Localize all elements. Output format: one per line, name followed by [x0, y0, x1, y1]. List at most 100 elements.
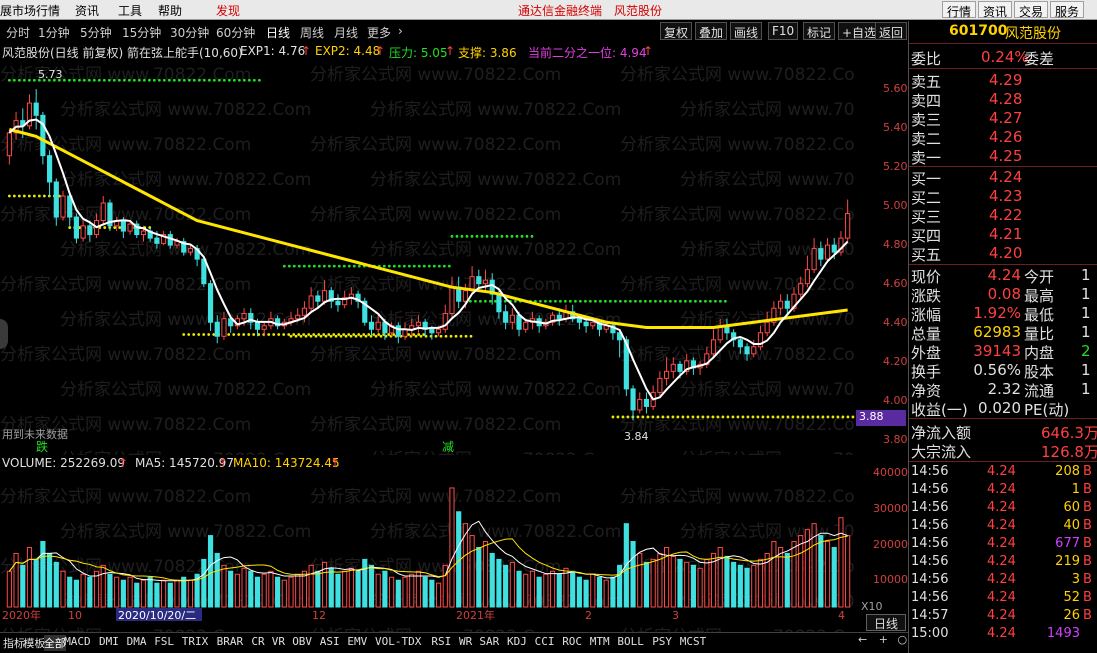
bid-row[interactable]: 买三 4.22 [911, 206, 1097, 226]
side-collapse-handle[interactable] [0, 319, 8, 349]
service-button[interactable]: 服务 [1050, 1, 1085, 19]
indicator-tab-8[interactable]: BRAR [217, 635, 244, 648]
indicator-tab-11[interactable]: OBV [292, 635, 312, 648]
overlay-button[interactable]: 叠加 [695, 22, 728, 40]
level-dot [334, 334, 338, 338]
indicator-tab-0[interactable]: 指标 [3, 635, 25, 651]
bid-row[interactable]: 买一 4.24 [911, 168, 1097, 188]
level-dot [307, 333, 311, 336]
indicator-tab-3[interactable]: MACD [64, 635, 91, 648]
indicator-tab-23[interactable]: PSY [652, 635, 672, 648]
volume-bar [161, 579, 167, 608]
level-dot [419, 334, 423, 338]
period-tab-30min[interactable]: 30分钟 [170, 24, 209, 41]
menu-info[interactable]: 资讯 [75, 2, 99, 19]
indicator-tab-13[interactable]: EMV [347, 635, 367, 648]
candle-body [462, 290, 468, 302]
indicator-tab-15[interactable]: RSI [431, 635, 451, 648]
candle-body [53, 181, 59, 218]
volume-bar [368, 564, 375, 608]
stat-value: 0.020 [978, 399, 1021, 417]
candle-body [670, 363, 676, 372]
bid-price: 4.22 [989, 206, 1023, 224]
menu-help[interactable]: 帮助 [158, 2, 182, 19]
level-dot [475, 234, 479, 238]
period-tab-monthly[interactable]: 月线 [334, 24, 358, 41]
level-dot [7, 194, 11, 198]
news-button[interactable]: 资讯 [978, 1, 1013, 19]
tick-side: B [1083, 590, 1092, 605]
f10-button[interactable]: F10 [768, 22, 799, 40]
menu-tools[interactable]: 工具 [118, 2, 142, 19]
period-tab-1min[interactable]: 1分钟 [38, 24, 70, 41]
bid-row[interactable]: 买二 4.23 [911, 187, 1097, 207]
level-dot [412, 264, 416, 268]
draw-button[interactable]: 画线 [730, 22, 763, 40]
indicator-tab-20[interactable]: ROC [562, 635, 582, 648]
daily-button[interactable]: 日线 [866, 614, 906, 631]
period-tab-5min[interactable]: 5分钟 [80, 24, 112, 41]
zoom-in-icon[interactable]: + [879, 633, 888, 646]
level-dot [92, 78, 96, 82]
indicator-tab-19[interactable]: CCI [535, 635, 555, 648]
trade-button[interactable]: 交易 [1014, 1, 1049, 19]
window-stock-name: 风范股份 [614, 4, 663, 18]
tick-row: 14:56 4.24 677 B [911, 536, 1097, 554]
indicator-tab-12[interactable]: ASI [320, 635, 340, 648]
left-arrow-icon[interactable]: ← [858, 633, 867, 646]
level-dot [841, 415, 845, 419]
period-tab-60min[interactable]: 60分钟 [216, 24, 255, 41]
indicator-tab-10[interactable]: VR [272, 635, 285, 648]
add-favorite-button[interactable]: +自选 [838, 22, 881, 40]
ask-row[interactable]: 卖三 4.27 [911, 109, 1097, 129]
bid-row[interactable]: 买四 4.21 [911, 225, 1097, 245]
ask-row[interactable]: 卖四 4.28 [911, 90, 1097, 110]
volume-bar [295, 573, 301, 608]
period-tab-weekly[interactable]: 周线 [300, 24, 324, 41]
indicator-tab-21[interactable]: MTM [590, 635, 610, 648]
indicator-tab-5[interactable]: DMA [127, 635, 147, 648]
indicator-tab-16[interactable]: WR [459, 635, 472, 648]
adjust-button[interactable]: 复权 [660, 22, 693, 40]
indicator-tab-1[interactable]: 模板 [23, 635, 45, 651]
circle-icon[interactable]: ○ [897, 633, 907, 646]
indicator-tab-18[interactable]: KDJ [507, 635, 527, 648]
indicator-tab-24[interactable]: MCST [680, 635, 707, 648]
ma5-arrow-icon: ↑ [218, 456, 229, 470]
volume-chart[interactable]: 分析家公式网 www.70822.Com 分析家公式网 www.70822.Com… [0, 472, 855, 632]
candle-body [831, 244, 837, 253]
bid-row[interactable]: 买五 4.20 [911, 244, 1097, 264]
ask-row[interactable]: 卖一 4.25 [911, 147, 1097, 167]
ask-price: 4.25 [989, 147, 1023, 165]
quote-button[interactable]: 行情 [942, 1, 977, 19]
indicator-tab-2[interactable]: 全部 [43, 635, 66, 651]
indicator-tab-7[interactable]: TRIX [182, 635, 209, 648]
kline-chart[interactable]: 分析家公式网 www.70822.Com 分析家公式网 www.70822.Com… [0, 60, 855, 455]
indicator-tab-22[interactable]: BOLL [617, 635, 644, 648]
candle-body [214, 321, 220, 337]
level-dot [751, 415, 755, 419]
ask-row[interactable]: 卖二 4.26 [911, 128, 1097, 148]
level-dot [187, 78, 191, 82]
indicator-tab-4[interactable]: DMI [99, 635, 119, 648]
indicator-tab-9[interactable]: CR [251, 635, 264, 648]
ask-row[interactable]: 卖五 4.29 [911, 71, 1097, 91]
back-button[interactable]: 返回 [875, 22, 908, 40]
period-tab-timeshare[interactable]: 分时 [6, 24, 30, 41]
level-dot [357, 333, 361, 336]
indicator-tab-17[interactable]: SAR [479, 635, 499, 648]
period-tab-15min[interactable]: 15分钟 [122, 24, 161, 41]
menu-market[interactable]: 展市场行情 [0, 2, 60, 19]
candle-body [784, 300, 790, 309]
period-tab-daily[interactable]: 日线 [266, 24, 290, 41]
volume-bar [845, 535, 851, 608]
watermark-text: 分析家公式网 www.70822.Com [310, 345, 561, 365]
level-dot [454, 334, 458, 338]
indicator-tab-14[interactable]: VOL-TDX [375, 635, 421, 648]
chevron-right-icon[interactable]: › [398, 24, 403, 38]
period-tab-more[interactable]: 更多 [367, 24, 391, 41]
level-dot [227, 333, 231, 336]
indicator-tab-6[interactable]: FSL [154, 635, 174, 648]
menu-discover[interactable]: 发现 [216, 2, 240, 19]
mark-button[interactable]: 标记 [803, 22, 836, 40]
